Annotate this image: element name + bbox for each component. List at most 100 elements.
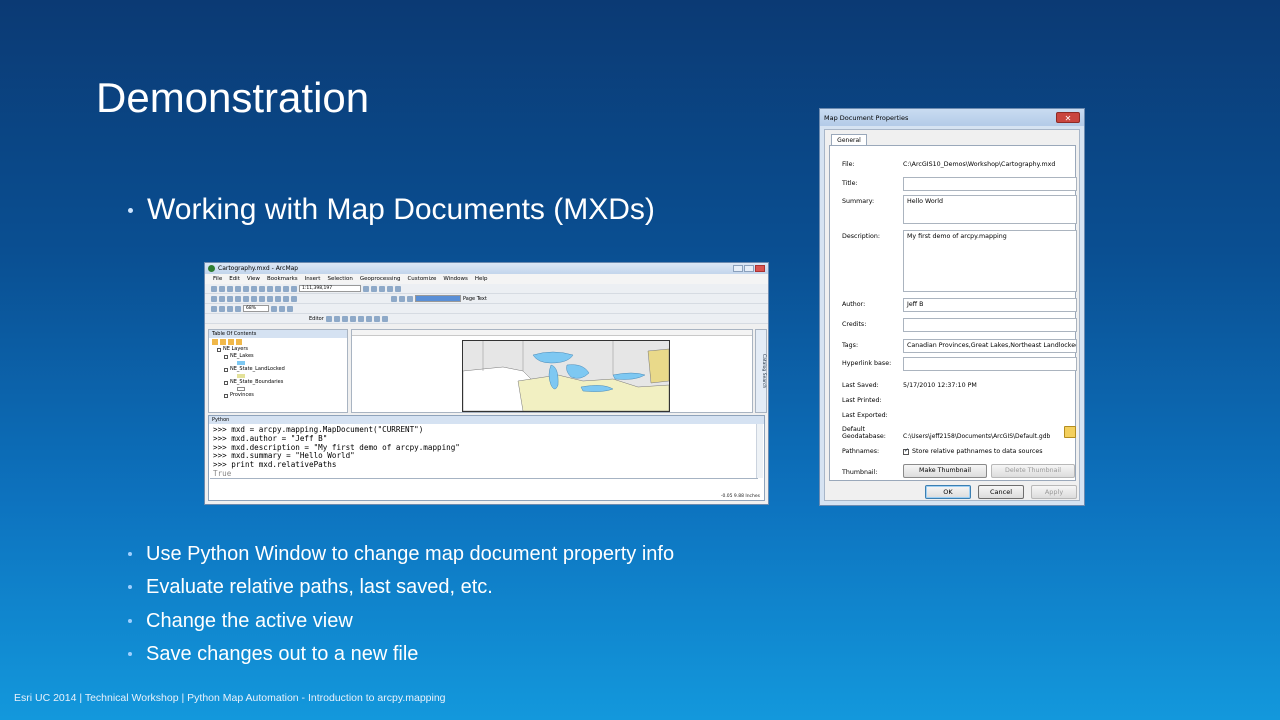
folder-icon[interactable] (1064, 426, 1076, 438)
menu-file[interactable]: File (213, 276, 222, 282)
rotate-icon[interactable] (357, 315, 364, 322)
list-by-order-icon[interactable] (212, 339, 218, 345)
minimize-icon[interactable] (733, 265, 743, 272)
layer-checkbox[interactable] (224, 367, 228, 372)
text-icon[interactable] (399, 295, 405, 302)
toc-layer-group[interactable]: NE Layers (209, 346, 347, 353)
ok-button[interactable]: OK (925, 485, 971, 499)
edit-tool-icon[interactable] (325, 315, 332, 322)
change-layout-icon[interactable] (287, 305, 293, 312)
layout-zoom-icon[interactable] (211, 305, 217, 312)
attributes-icon[interactable] (365, 315, 372, 322)
layout-extent-icon[interactable] (227, 305, 233, 312)
identify-icon[interactable] (267, 295, 273, 302)
author-label: Author: (842, 301, 866, 308)
create-features-icon[interactable] (381, 315, 388, 322)
print-icon[interactable] (235, 285, 241, 292)
layout-view[interactable] (351, 329, 753, 413)
python-icon[interactable] (395, 285, 401, 292)
menu-help[interactable]: Help (475, 276, 488, 282)
apply-button[interactable]: Apply (1031, 485, 1077, 499)
menu-windows[interactable]: Windows (443, 276, 468, 282)
scale-field[interactable]: 1:11,398,197 (299, 285, 361, 292)
title-field[interactable] (903, 177, 1077, 191)
search-icon[interactable] (379, 285, 385, 292)
vertex-icon[interactable] (341, 315, 348, 322)
menu-insert[interactable]: Insert (305, 276, 321, 282)
sketch-icon[interactable] (333, 315, 340, 322)
python-window-title: Python (209, 416, 764, 424)
new-icon[interactable] (211, 285, 217, 292)
tags-field[interactable]: Canadian Provinces,Great Lakes,Northeast… (903, 339, 1077, 353)
hyperlink-icon[interactable] (291, 295, 297, 302)
layer-checkbox[interactable] (224, 380, 228, 385)
copy-icon[interactable] (251, 285, 257, 292)
pan-icon[interactable] (227, 295, 233, 302)
page-text-label[interactable]: Page Text (463, 296, 487, 302)
toc-toggle-icon[interactable] (363, 285, 369, 292)
full-extent-icon[interactable] (235, 295, 241, 302)
side-tabs[interactable]: Catalog Search (755, 329, 767, 413)
list-by-visibility-icon[interactable] (228, 339, 234, 345)
layer-checkbox[interactable] (224, 393, 228, 398)
zoom-in-icon[interactable] (211, 295, 217, 302)
maximize-icon[interactable] (744, 265, 754, 272)
layer-checkbox[interactable] (224, 354, 228, 359)
python-scrollbar[interactable] (756, 424, 763, 478)
list-by-source-icon[interactable] (220, 339, 226, 345)
hyperlink-base-field[interactable] (903, 357, 1077, 371)
hyperlink-base-label: Hyperlink base: (842, 360, 892, 367)
menu-bookmarks[interactable]: Bookmarks (267, 276, 298, 282)
find-icon[interactable] (275, 295, 281, 302)
zoom-field[interactable]: 68% (243, 305, 269, 312)
menu-edit[interactable]: Edit (229, 276, 240, 282)
dialog-close-icon[interactable]: ✕ (1056, 112, 1080, 123)
credits-field[interactable] (903, 318, 1077, 332)
toolbox-icon[interactable] (387, 285, 393, 292)
measure-icon[interactable] (283, 295, 289, 302)
color-icon[interactable] (407, 295, 413, 302)
editor-menu[interactable]: Editor (309, 316, 324, 322)
save-icon[interactable] (227, 285, 233, 292)
focus-frame-icon[interactable] (279, 305, 285, 312)
redo-icon[interactable] (283, 285, 289, 292)
undo-icon[interactable] (275, 285, 281, 292)
add-data-icon[interactable] (291, 285, 297, 292)
author-field[interactable]: Jeff B (903, 298, 1077, 312)
delete-icon[interactable] (267, 285, 273, 292)
menu-geoprocessing[interactable]: Geoprocessing (360, 276, 401, 282)
open-icon[interactable] (219, 285, 225, 292)
catalog-icon[interactable] (371, 285, 377, 292)
summary-field[interactable]: Hello World (903, 195, 1077, 224)
layer-checkbox[interactable] (217, 347, 221, 352)
menu-view[interactable]: View (247, 276, 260, 282)
layout-pan-icon[interactable] (219, 305, 225, 312)
toggle-draft-icon[interactable] (271, 305, 277, 312)
toc-layer[interactable]: NE_State_Boundaries (209, 379, 347, 386)
sketch-props-icon[interactable] (373, 315, 380, 322)
back-icon[interactable] (243, 295, 249, 302)
cut-icon[interactable] (243, 285, 249, 292)
menu-customize[interactable]: Customize (407, 276, 436, 282)
list-by-selection-icon[interactable] (236, 339, 242, 345)
layout-fixed-zoom-icon[interactable] (235, 305, 241, 312)
select-icon[interactable] (259, 295, 265, 302)
toc-layer[interactable]: NE_Lakes (209, 353, 347, 360)
menu-selection[interactable]: Selection (327, 276, 352, 282)
cancel-button[interactable]: Cancel (978, 485, 1024, 499)
make-thumbnail-button[interactable]: Make Thumbnail (903, 464, 987, 478)
toc-layer[interactable]: Provinces (209, 392, 347, 399)
close-icon[interactable] (755, 265, 765, 272)
python-code[interactable]: >>> mxd = arcpy.mapping.MapDocument("CUR… (209, 424, 764, 481)
relative-paths-checkbox[interactable] (903, 447, 909, 455)
split-icon[interactable] (349, 315, 356, 322)
zoom-out-icon[interactable] (219, 295, 225, 302)
python-input[interactable] (210, 478, 758, 490)
forward-icon[interactable] (251, 295, 257, 302)
draw-icon[interactable] (391, 295, 397, 302)
map-frame[interactable] (462, 340, 670, 412)
paste-icon[interactable] (259, 285, 265, 292)
description-field[interactable]: My first demo of arcpy.mapping (903, 230, 1077, 292)
delete-thumbnail-button[interactable]: Delete Thumbnail (991, 464, 1075, 478)
toc-layer[interactable]: NE_State_LandLocked (209, 366, 347, 373)
